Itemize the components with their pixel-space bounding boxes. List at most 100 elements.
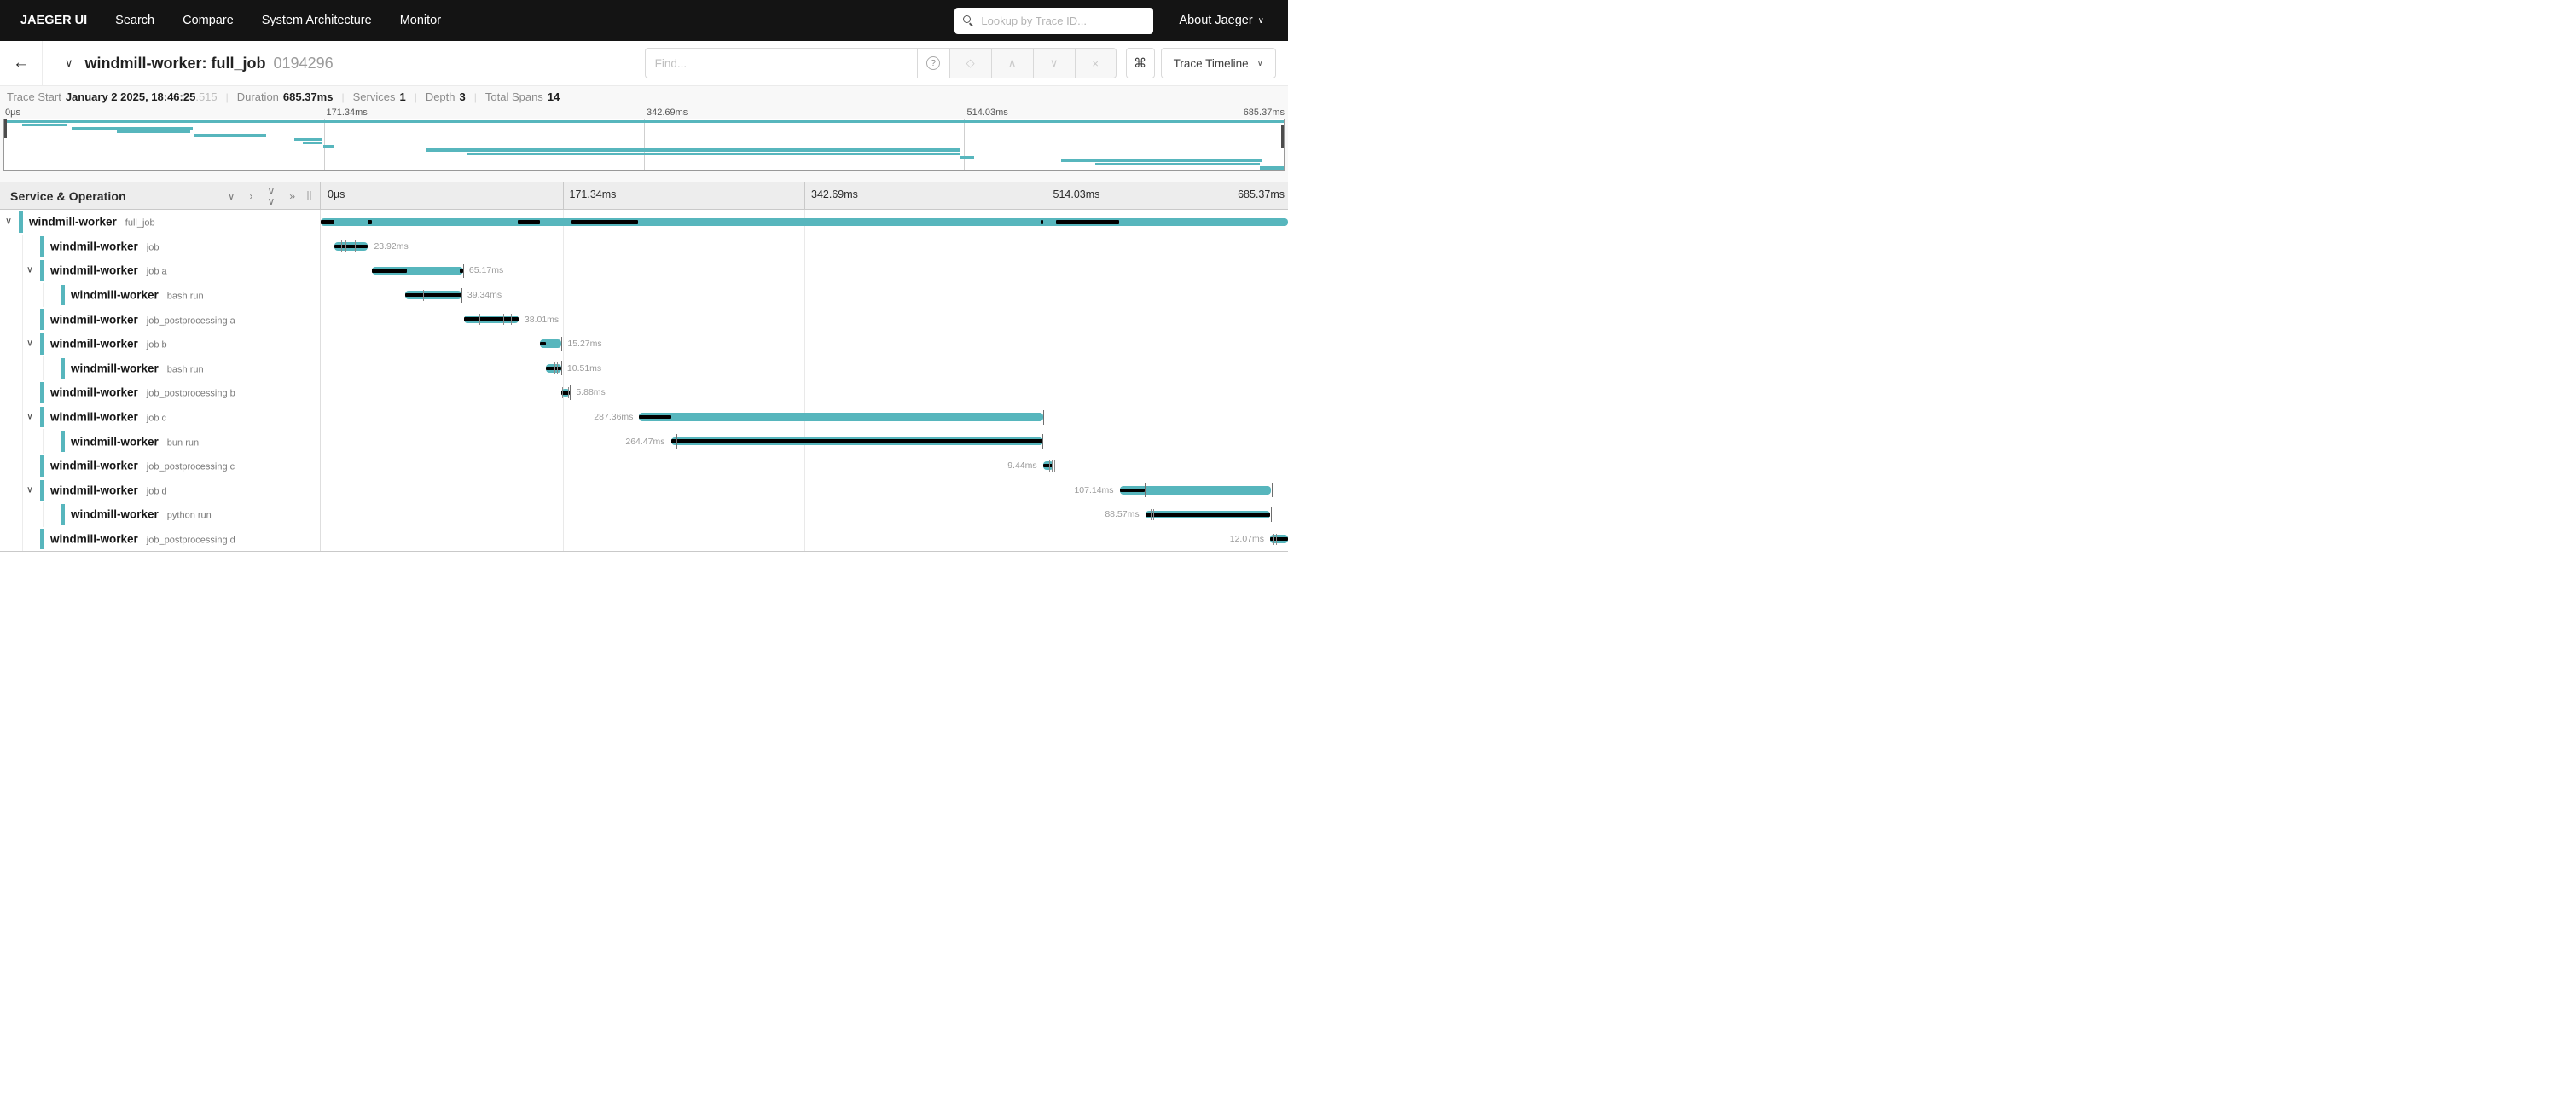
span-name-cell[interactable]: windmill-workerbash run <box>0 356 321 381</box>
find-help-button[interactable]: ? <box>917 48 949 78</box>
span-row-job[interactable]: windmill-workerjob23.92ms <box>0 235 1288 259</box>
trace-collapse-chevron-icon[interactable]: ∨ <box>65 56 73 70</box>
span-name-cell[interactable]: windmill-workerjob_postprocessing d <box>0 527 321 552</box>
minimap-gridline <box>964 119 965 170</box>
minimap-tick-label: 685.37ms <box>1244 107 1285 118</box>
span-name-cell[interactable]: windmill-workerbash run <box>0 283 321 308</box>
span-bar[interactable] <box>321 218 1288 227</box>
timeline-gridline <box>804 182 805 209</box>
span-timeline-cell[interactable]: 39.34ms <box>321 283 1288 308</box>
collapse-all-icon[interactable]: ∨∨ <box>268 186 276 206</box>
span-timeline-cell[interactable]: 10.51ms <box>321 356 1288 381</box>
span-name-cell[interactable]: ∨windmill-workerjob b <box>0 332 321 356</box>
chevron-up-icon: ∧ <box>1008 56 1017 70</box>
find-input[interactable]: Find... <box>645 48 917 78</box>
span-timeline-cell[interactable]: 107.14ms <box>321 478 1288 503</box>
service-accent-bar <box>40 382 44 403</box>
jaeger-logo[interactable]: JAEGER UI <box>20 14 87 27</box>
expand-one-icon[interactable]: › <box>250 191 253 201</box>
span-row-job-b[interactable]: ∨windmill-workerjob b15.27ms <box>0 332 1288 356</box>
nav-item-monitor[interactable]: Monitor <box>400 14 441 27</box>
span-name-cell[interactable]: windmill-workerjob_postprocessing c <box>0 454 321 478</box>
span-row-job-d[interactable]: ∨windmill-workerjob d107.14ms <box>0 478 1288 503</box>
span-timeline-cell[interactable]: 15.27ms <box>321 332 1288 356</box>
span-row-job-postprocessing-b[interactable]: windmill-workerjob_postprocessing b5.88m… <box>0 380 1288 405</box>
trace-lookup-input[interactable]: Lookup by Trace ID... <box>954 8 1153 34</box>
span-name-cell[interactable]: ∨windmill-workerfull_job <box>0 210 321 235</box>
timeline-gridline <box>563 283 564 308</box>
span-row-job-postprocessing-d[interactable]: windmill-workerjob_postprocessing d12.07… <box>0 527 1288 552</box>
span-name-cell[interactable]: windmill-workerjob <box>0 235 321 259</box>
log-marker <box>570 385 571 400</box>
span-row-job-a[interactable]: ∨windmill-workerjob a65.17ms <box>0 258 1288 283</box>
find-next-button[interactable]: ∨ <box>1033 48 1075 78</box>
span-row-full-job[interactable]: ∨windmill-workerfull_job <box>0 210 1288 235</box>
minimap-span-bar <box>22 124 67 126</box>
operation-name: python run <box>167 511 212 521</box>
critical-path-segment <box>321 220 334 224</box>
log-marker <box>463 264 464 278</box>
collapse-one-icon[interactable]: ∨ <box>228 191 235 201</box>
span-name-cell[interactable]: ∨windmill-workerjob c <box>0 405 321 430</box>
row-expand-chevron-icon[interactable]: ∨ <box>26 484 33 495</box>
span-timeline-cell[interactable]: 287.36ms <box>321 405 1288 430</box>
log-marker <box>423 290 424 301</box>
span-name-cell[interactable]: windmill-workerjob_postprocessing b <box>0 380 321 405</box>
span-name-cell[interactable]: ∨windmill-workerjob a <box>0 258 321 283</box>
row-expand-chevron-icon[interactable]: ∨ <box>26 338 33 349</box>
row-expand-chevron-icon[interactable]: ∨ <box>5 216 12 227</box>
timeline-minimap[interactable] <box>3 119 1285 171</box>
span-timeline-cell[interactable]: 23.92ms <box>321 235 1288 259</box>
minimap-left-handle[interactable] <box>4 119 7 138</box>
span-timeline-cell[interactable]: 264.47ms <box>321 429 1288 454</box>
service-accent-bar <box>40 455 44 477</box>
log-marker <box>1272 483 1273 497</box>
minimap-span-bar <box>1061 159 1262 162</box>
indent-guide <box>43 502 44 527</box>
span-name-cell[interactable]: ∨windmill-workerjob d <box>0 478 321 503</box>
span-row-python-run[interactable]: windmill-workerpython run88.57ms <box>0 502 1288 527</box>
column-resize-handle[interactable] <box>307 191 311 200</box>
timeline-gridline <box>563 332 564 356</box>
find-clear-button[interactable]: × <box>1075 48 1117 78</box>
span-row-bun-run[interactable]: windmill-workerbun run264.47ms <box>0 429 1288 454</box>
span-timeline-cell[interactable]: 5.88ms <box>321 380 1288 405</box>
span-name-cell[interactable]: windmill-workerpython run <box>0 502 321 527</box>
nav-item-search[interactable]: Search <box>115 14 154 27</box>
span-timeline-cell[interactable]: 65.17ms <box>321 258 1288 283</box>
span-bar[interactable] <box>639 413 1042 421</box>
timeline-tick-label: 171.34ms <box>570 188 617 200</box>
span-timeline-cell[interactable]: 88.57ms <box>321 502 1288 527</box>
keyboard-shortcuts-button[interactable]: ⌘ <box>1126 48 1155 78</box>
row-expand-chevron-icon[interactable]: ∨ <box>26 264 33 275</box>
services-label: Services <box>353 90 396 103</box>
log-marker <box>1054 460 1055 472</box>
find-focus-button[interactable]: ◇ <box>949 48 991 78</box>
span-row-job-c[interactable]: ∨windmill-workerjob c287.36ms <box>0 405 1288 430</box>
span-name-cell[interactable]: windmill-workerbun run <box>0 429 321 454</box>
span-timeline-cell[interactable]: 12.07ms <box>321 527 1288 552</box>
nav-item-system-architecture[interactable]: System Architecture <box>262 14 372 27</box>
find-prev-button[interactable]: ∧ <box>991 48 1033 78</box>
timeline-ruler-header: 0µs171.34ms342.69ms514.03ms685.37ms <box>321 182 1288 209</box>
span-row-job-postprocessing-c[interactable]: windmill-workerjob_postprocessing c9.44m… <box>0 454 1288 478</box>
nav-item-compare[interactable]: Compare <box>183 14 234 27</box>
span-timeline-cell[interactable]: 38.01ms <box>321 307 1288 332</box>
row-expand-chevron-icon[interactable]: ∨ <box>26 411 33 422</box>
search-icon <box>963 15 974 26</box>
span-row-bash-run[interactable]: windmill-workerbash run10.51ms <box>0 356 1288 381</box>
span-name-cell[interactable]: windmill-workerjob_postprocessing a <box>0 307 321 332</box>
view-selector-button[interactable]: Trace Timeline ∨ <box>1161 48 1276 78</box>
span-timeline-cell[interactable] <box>321 210 1288 235</box>
span-row-bash-run[interactable]: windmill-workerbash run39.34ms <box>0 283 1288 308</box>
minimap-right-handle[interactable] <box>1281 125 1284 148</box>
span-timeline-cell[interactable]: 9.44ms <box>321 454 1288 478</box>
span-row-job-postprocessing-a[interactable]: windmill-workerjob_postprocessing a38.01… <box>0 307 1288 332</box>
trace-header: ← ∨ windmill-worker: full_job 0194296 Fi… <box>0 41 1288 85</box>
chevron-down-icon: ∨ <box>1050 56 1059 70</box>
expand-all-icon[interactable]: » <box>289 191 295 201</box>
about-jaeger-menu[interactable]: About Jaeger ∨ <box>1179 14 1264 27</box>
timeline-tick-label: 514.03ms <box>1053 188 1100 200</box>
timeline-gridline <box>804 380 805 405</box>
back-button[interactable]: ← <box>0 41 43 85</box>
